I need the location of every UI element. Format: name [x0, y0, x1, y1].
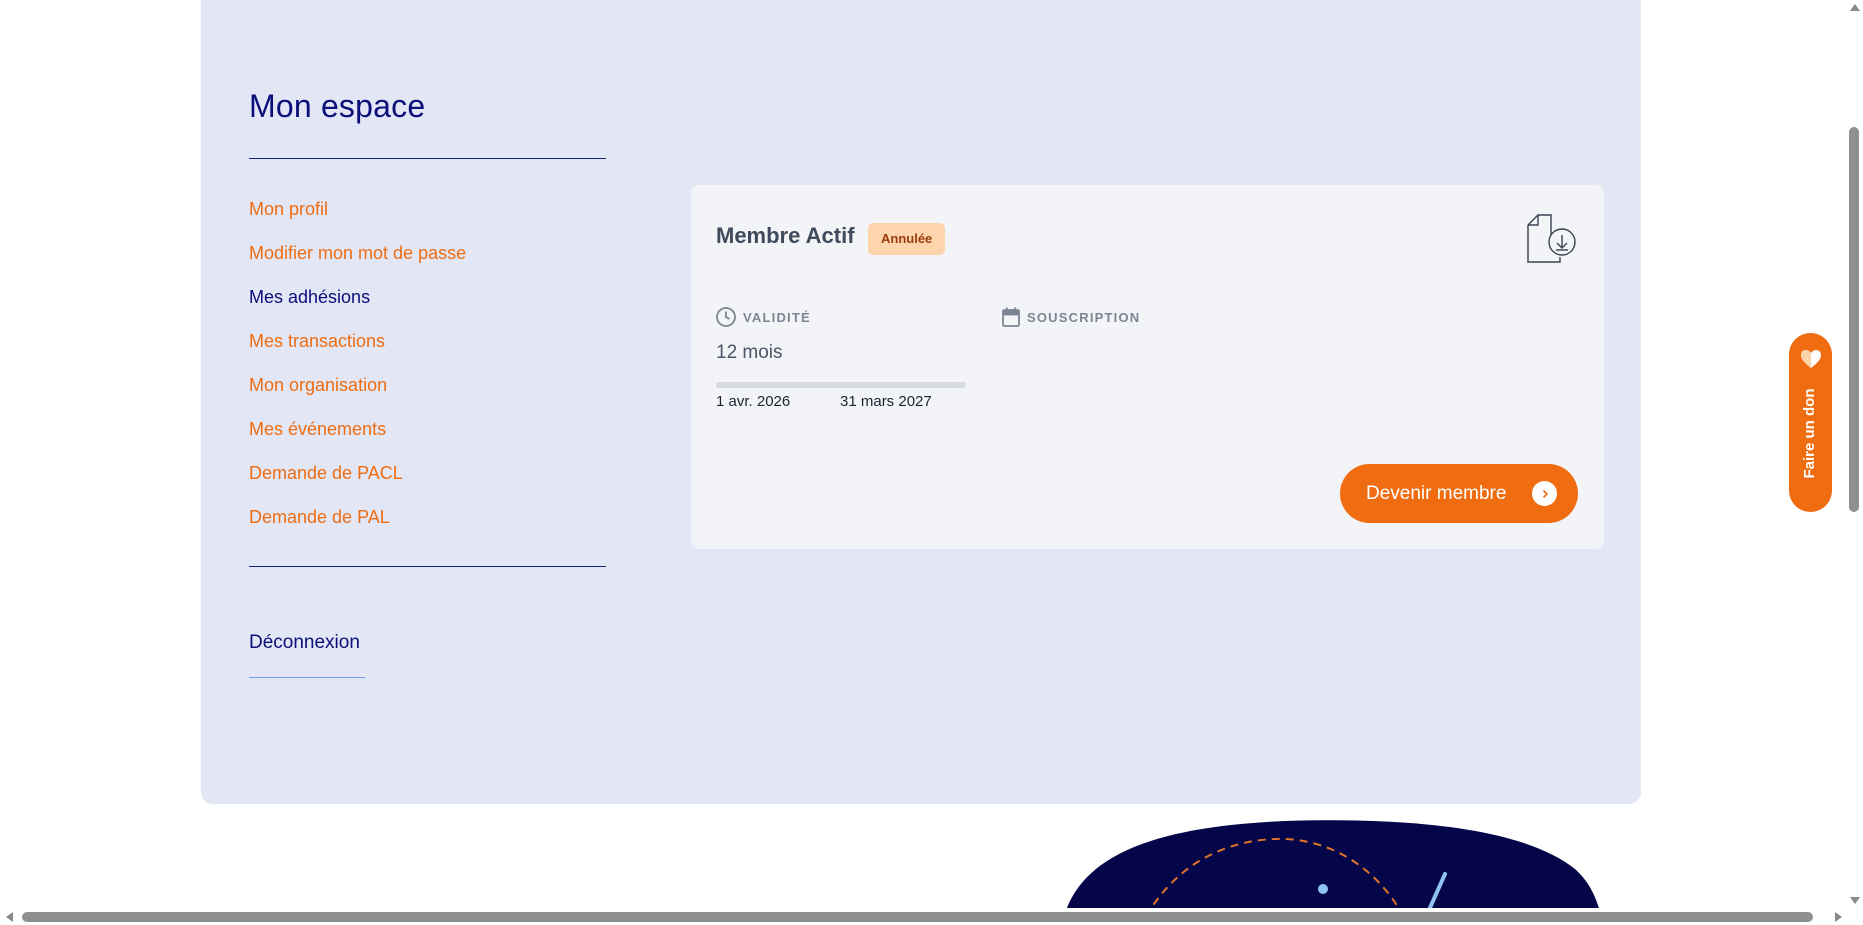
scroll-down-icon[interactable] — [1850, 897, 1860, 904]
validity-label: VALIDITÉ — [715, 306, 811, 328]
sidebar-title: Mon espace — [249, 88, 426, 124]
sidebar-divider-top — [249, 158, 606, 159]
validity-value: 12 mois — [716, 342, 783, 363]
clock-icon — [716, 307, 736, 327]
sidebar-item-modifier-mot-de-passe[interactable]: Modifier mon mot de passe — [249, 240, 466, 284]
validity-progress-bar — [716, 382, 966, 388]
sidebar-nav: Mon profil Modifier mon mot de passe Mes… — [249, 196, 466, 548]
scroll-up-icon[interactable] — [1850, 4, 1860, 11]
scroll-left-icon[interactable] — [6, 912, 13, 922]
subscription-label: SOUSCRIPTION — [1001, 306, 1140, 328]
logout-link[interactable]: Déconnexion — [249, 632, 360, 654]
heart-icon — [1801, 350, 1821, 368]
scroll-right-icon[interactable] — [1835, 912, 1842, 922]
sidebar-item-demande-pacl[interactable]: Demande de PACL — [249, 460, 466, 504]
horizontal-scrollbar[interactable] — [0, 908, 1846, 925]
sidebar-item-mes-transactions[interactable]: Mes transactions — [249, 328, 466, 372]
sidebar-item-mes-evenements[interactable]: Mes événements — [249, 416, 466, 460]
sidebar-item-mon-organisation[interactable]: Mon organisation — [249, 372, 466, 416]
membership-card: Membre Actif Annulée VALIDITÉ SOUSCRIPTI… — [691, 185, 1604, 549]
donate-label: Faire un don — [1801, 388, 1818, 479]
become-member-label: Devenir membre — [1366, 482, 1507, 504]
donate-tab[interactable]: Faire un don — [1789, 333, 1832, 512]
membership-title: Membre Actif — [716, 223, 855, 248]
status-badge: Annulée — [868, 223, 946, 255]
logout-underline — [249, 677, 365, 678]
page: Mon espace Mon profil Modifier mon mot d… — [0, 0, 1863, 925]
chevron-right-icon — [1532, 481, 1557, 506]
sidebar-item-demande-pal[interactable]: Demande de PAL — [249, 504, 466, 548]
sidebar-divider-bottom — [249, 566, 606, 567]
document-download-icon[interactable] — [1524, 211, 1578, 265]
validity-end-date: 31 mars 2027 — [840, 393, 932, 410]
sidebar-item-mon-profil[interactable]: Mon profil — [249, 196, 466, 240]
subscription-label-text: SOUSCRIPTION — [1027, 309, 1141, 325]
sidebar-item-mes-adhesions[interactable]: Mes adhésions — [249, 284, 466, 328]
calendar-icon — [1002, 307, 1020, 327]
validity-start-date: 1 avr. 2026 — [716, 393, 791, 410]
vertical-scroll-thumb[interactable] — [1849, 127, 1859, 512]
become-member-button[interactable]: Devenir membre — [1340, 464, 1578, 523]
horizontal-scroll-thumb[interactable] — [22, 912, 1813, 922]
validity-label-text: VALIDITÉ — [743, 309, 811, 325]
vertical-scrollbar[interactable] — [1846, 0, 1863, 908]
